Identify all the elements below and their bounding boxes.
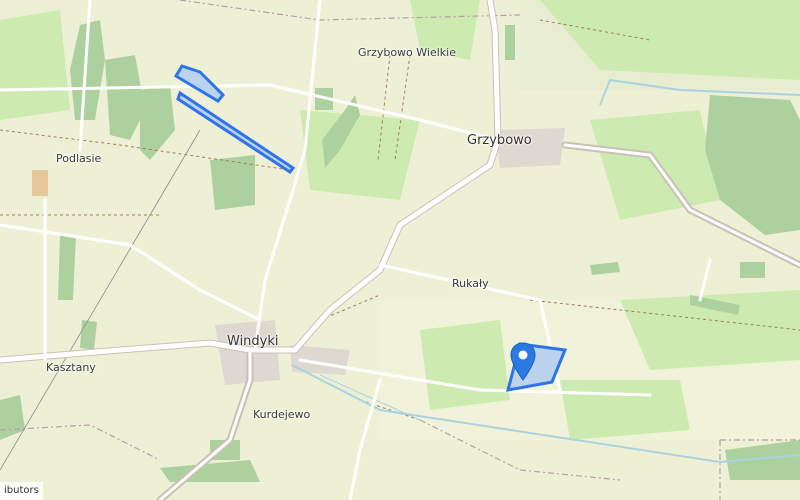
map-attribution[interactable]: ibutors xyxy=(0,482,43,500)
orchard-patch xyxy=(32,170,48,196)
map-canvas[interactable]: Grzybowo Wielkie Grzybowo Podlasie Rukał… xyxy=(0,0,800,500)
map-base-layer xyxy=(0,0,800,500)
map-pin-icon xyxy=(510,342,536,381)
map-pin-icon[interactable] xyxy=(510,342,536,382)
